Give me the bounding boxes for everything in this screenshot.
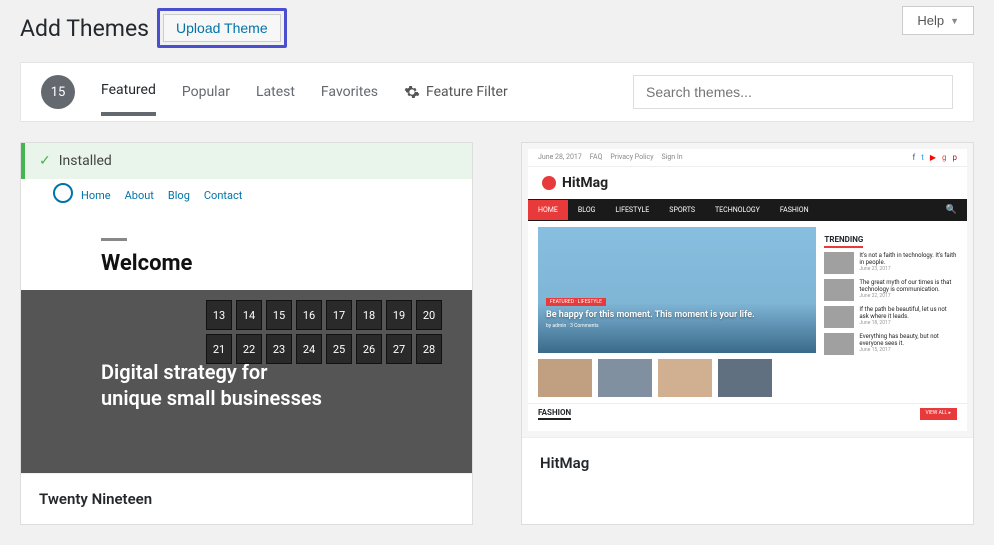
tab-popular[interactable]: Popular <box>182 84 230 114</box>
divider <box>101 238 127 241</box>
tab-latest[interactable]: Latest <box>256 84 295 114</box>
help-dropdown[interactable]: Help <box>902 6 974 35</box>
gear-icon <box>404 84 420 100</box>
youtube-icon: ▶ <box>930 153 936 162</box>
filter-bar: 15 Featured Popular Latest Favorites Fea… <box>20 62 974 122</box>
theme-card-twenty-nineteen[interactable]: ✓ Installed Home About Blog Contact Welc… <box>20 142 473 525</box>
preview-sidebar: TRENDING It's not a faith in technology.… <box>824 227 957 397</box>
feature-filter-label: Feature Filter <box>426 84 508 100</box>
thumb <box>658 359 712 397</box>
thumb <box>538 359 592 397</box>
theme-card-hitmag[interactable]: June 28, 2017 FAQ Privacy Policy Sign In… <box>521 142 974 525</box>
tab-featured[interactable]: Featured <box>101 82 156 116</box>
preview-hero: FEATURED · LIFESTYLE Be happy for this m… <box>538 227 816 353</box>
twitter-icon: t <box>921 153 924 162</box>
feature-filter-button[interactable]: Feature Filter <box>404 84 508 100</box>
preview-hero-text: Digital strategy for unique small busine… <box>101 359 322 411</box>
pinterest-icon: p <box>953 153 958 162</box>
list-item: If the path be beautiful, let us not ask… <box>824 306 957 328</box>
thumb <box>718 359 772 397</box>
preview-topbar: June 28, 2017 FAQ Privacy Policy Sign In… <box>528 149 967 167</box>
theme-preview: Home About Blog Contact Welcome 13 14 15… <box>21 179 472 473</box>
logo-placeholder-icon <box>53 183 73 203</box>
calendar-row: 13 14 15 16 17 18 19 20 <box>206 300 442 330</box>
preview-logo: HitMag <box>528 167 967 199</box>
preview-thumbs <box>538 359 816 397</box>
facebook-icon: f <box>912 153 915 162</box>
preview-nav: HOME BLOG LIFESTYLE SPORTS TECHNOLOGY FA… <box>528 199 967 221</box>
preview-nav: Home About Blog Contact <box>21 185 472 208</box>
check-icon: ✓ <box>39 153 51 169</box>
list-item: Everything has beauty, but not everyone … <box>824 333 957 355</box>
list-item: The great myth of our times is that tech… <box>824 279 957 301</box>
theme-name: HitMag <box>522 437 973 488</box>
installed-label: Installed <box>59 153 112 169</box>
installed-banner: ✓ Installed <box>21 143 472 179</box>
preview-heading: Welcome <box>101 251 472 276</box>
search-icon: 🔍 <box>936 199 967 221</box>
filter-tabs: Featured Popular Latest Favorites <box>101 82 378 102</box>
search-input[interactable] <box>633 75 953 109</box>
gplus-icon: g <box>942 153 947 162</box>
logo-icon <box>542 176 556 190</box>
thumb <box>598 359 652 397</box>
upload-highlight: Upload Theme <box>157 8 287 48</box>
list-item: It's not a faith in technology. It's fai… <box>824 252 957 274</box>
upload-theme-button[interactable]: Upload Theme <box>163 14 281 42</box>
page-title: Add Themes <box>20 15 149 42</box>
preview-hero: 13 14 15 16 17 18 19 20 21 22 23 24 25 2… <box>21 290 472 473</box>
theme-name: Twenty Nineteen <box>21 473 472 524</box>
tab-favorites[interactable]: Favorites <box>321 84 378 114</box>
preview-bottom: FASHION VIEW ALL ▸ <box>528 403 967 424</box>
theme-preview: June 28, 2017 FAQ Privacy Policy Sign In… <box>522 143 973 437</box>
help-label: Help <box>917 13 944 28</box>
theme-count-badge: 15 <box>41 75 75 109</box>
calendar-row: 21 22 23 24 25 26 27 28 <box>206 334 442 364</box>
